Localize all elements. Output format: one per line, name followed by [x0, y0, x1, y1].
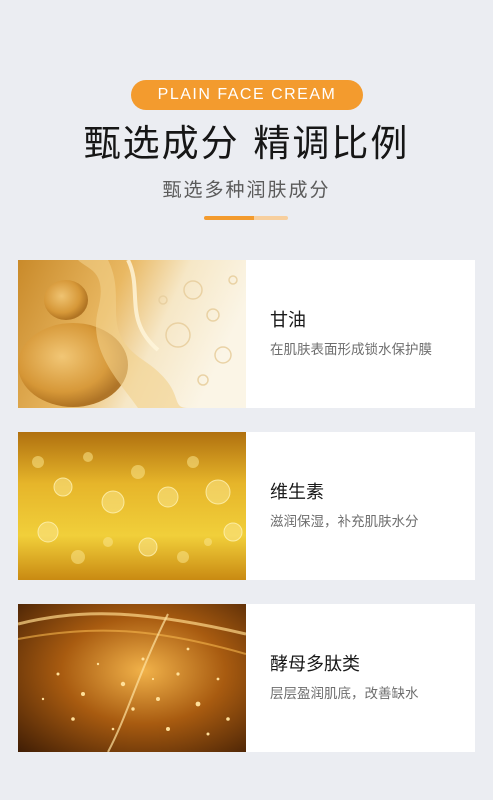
- golden-oil-droplets-image: [18, 260, 246, 408]
- page-subtitle: 甄选多种润肤成分: [162, 179, 331, 201]
- golden-bubbles-image: [18, 432, 246, 580]
- ingredient-name: 甘油: [270, 310, 306, 331]
- ingredient-name: 维生素: [270, 482, 324, 503]
- golden-sparkle-splash-image: [18, 604, 246, 752]
- ingredient-desc: 滋润保湿，补充肌肤水分: [270, 514, 419, 530]
- ingredient-card-vitamin: 维生素 滋润保湿，补充肌肤水分: [18, 432, 475, 580]
- ingredient-desc: 层层盈润肌底，改善缺水: [270, 686, 419, 702]
- product-badge-label: PLAIN FACE CREAM: [157, 86, 337, 103]
- ingredient-desc: 在肌肤表面形成锁水保护膜: [270, 342, 432, 358]
- accent-divider: [204, 216, 288, 220]
- page-title: 甄选成分 精调比例: [83, 122, 410, 165]
- ingredient-card-glycerin: 甘油 在肌肤表面形成锁水保护膜: [18, 260, 475, 408]
- product-badge: PLAIN FACE CREAM: [131, 80, 363, 110]
- ingredient-card-yeast-peptide: 酵母多肽类 层层盈润肌底，改善缺水: [18, 604, 475, 752]
- ingredient-name: 酵母多肽类: [270, 654, 360, 675]
